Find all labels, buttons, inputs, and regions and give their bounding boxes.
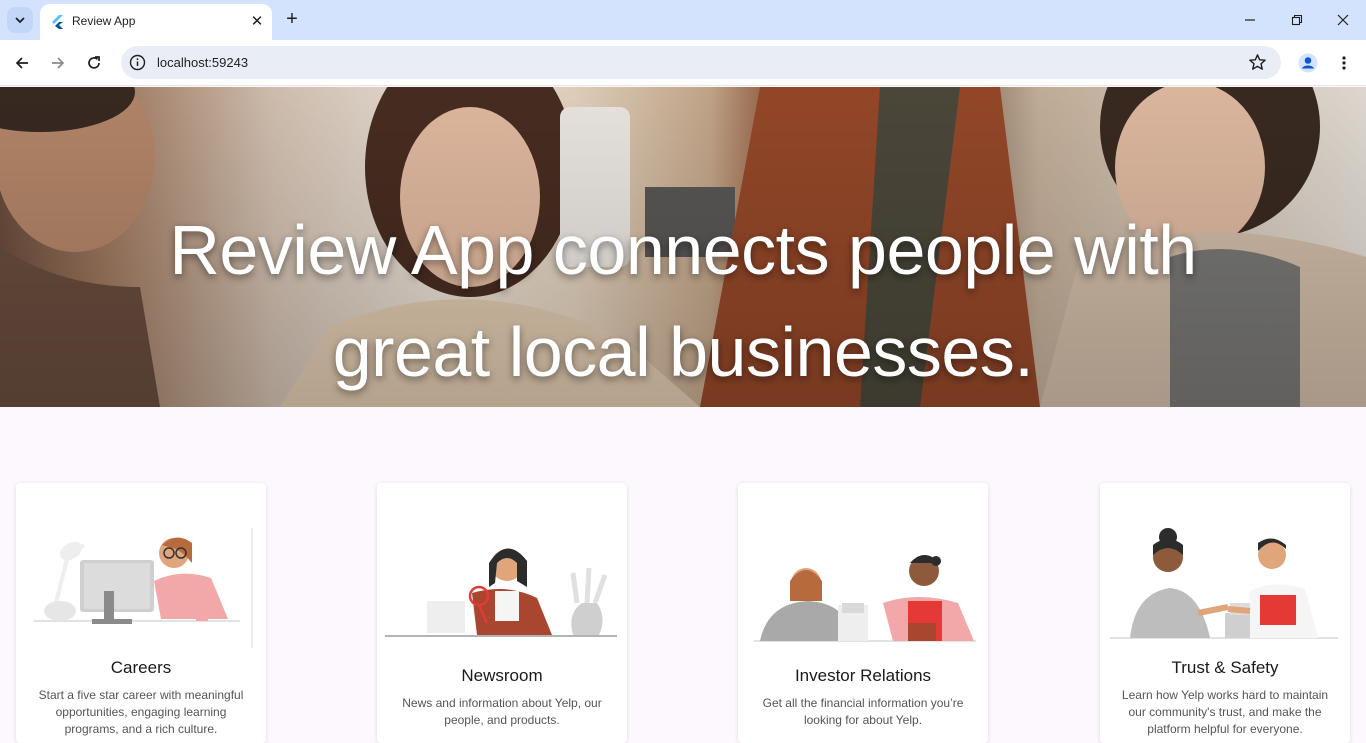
careers-card[interactable]: Careers Start a five star career with me… (16, 483, 266, 743)
browser-toolbar: localhost:59243 (0, 40, 1366, 86)
back-button[interactable] (9, 50, 35, 76)
url-text[interactable]: localhost:59243 (157, 55, 248, 70)
restore-icon (1291, 14, 1303, 26)
more-vert-icon (1342, 56, 1346, 70)
window-close-button[interactable] (1333, 10, 1353, 30)
forward-button[interactable] (45, 50, 71, 76)
careers-illustration (34, 528, 253, 648)
info-icon[interactable] (129, 54, 146, 71)
card-title: Newsroom (461, 666, 543, 685)
minimize-icon (1245, 19, 1255, 21)
avatar-icon (1298, 53, 1318, 73)
menu-button[interactable] (1331, 50, 1357, 76)
hero-banner: Review App connects people with great lo… (0, 87, 1366, 407)
new-tab-button[interactable]: + (282, 9, 302, 29)
restore-button[interactable] (1287, 10, 1307, 30)
arrow-right-icon (52, 57, 65, 69)
newsroom-illustration (385, 548, 617, 637)
arrow-left-icon (15, 57, 28, 69)
minimize-button[interactable] (1240, 10, 1260, 30)
hero-title-line-2: great local businesses. (332, 313, 1034, 391)
trust-safety-card[interactable]: Trust & Safety Learn how Yelp works hard… (1100, 483, 1350, 743)
card-description: Get all the financial information you’re… (762, 696, 964, 727)
newsroom-card[interactable]: Newsroom News and information about Yelp… (377, 483, 627, 743)
profile-button[interactable] (1295, 50, 1321, 76)
browser-tab[interactable]: Review App ✕ (40, 4, 272, 40)
card-title: Trust & Safety (1171, 658, 1279, 677)
hero-title: Review App connects people with great lo… (0, 199, 1366, 403)
investor-relations-illustration (754, 555, 976, 642)
star-icon[interactable] (1248, 53, 1267, 72)
card-title: Investor Relations (794, 666, 932, 685)
address-bar[interactable]: localhost:59243 (121, 46, 1281, 79)
reload-button[interactable] (81, 50, 107, 76)
tab-search-button[interactable] (7, 7, 33, 33)
flutter-icon (52, 15, 63, 29)
trust-safety-illustration (1110, 528, 1338, 639)
tab-title: Review App (72, 14, 136, 28)
card-description: Start a five star career with meaningful… (38, 688, 244, 736)
chevron-down-icon (15, 17, 25, 24)
card-title: Careers (110, 658, 172, 677)
hero-title-line-1: Review App connects people with (169, 211, 1197, 289)
close-icon (1337, 14, 1349, 26)
close-icon[interactable]: ✕ (248, 12, 266, 30)
browser-tabstrip: Review App ✕ + (0, 0, 1366, 40)
reload-icon (88, 56, 100, 69)
investor-relations-card[interactable]: Investor Relations Get all the financial… (738, 483, 988, 743)
card-description: News and information about Yelp, our peo… (402, 696, 602, 727)
card-description: Learn how Yelp works hard to maintain ou… (1121, 688, 1329, 736)
